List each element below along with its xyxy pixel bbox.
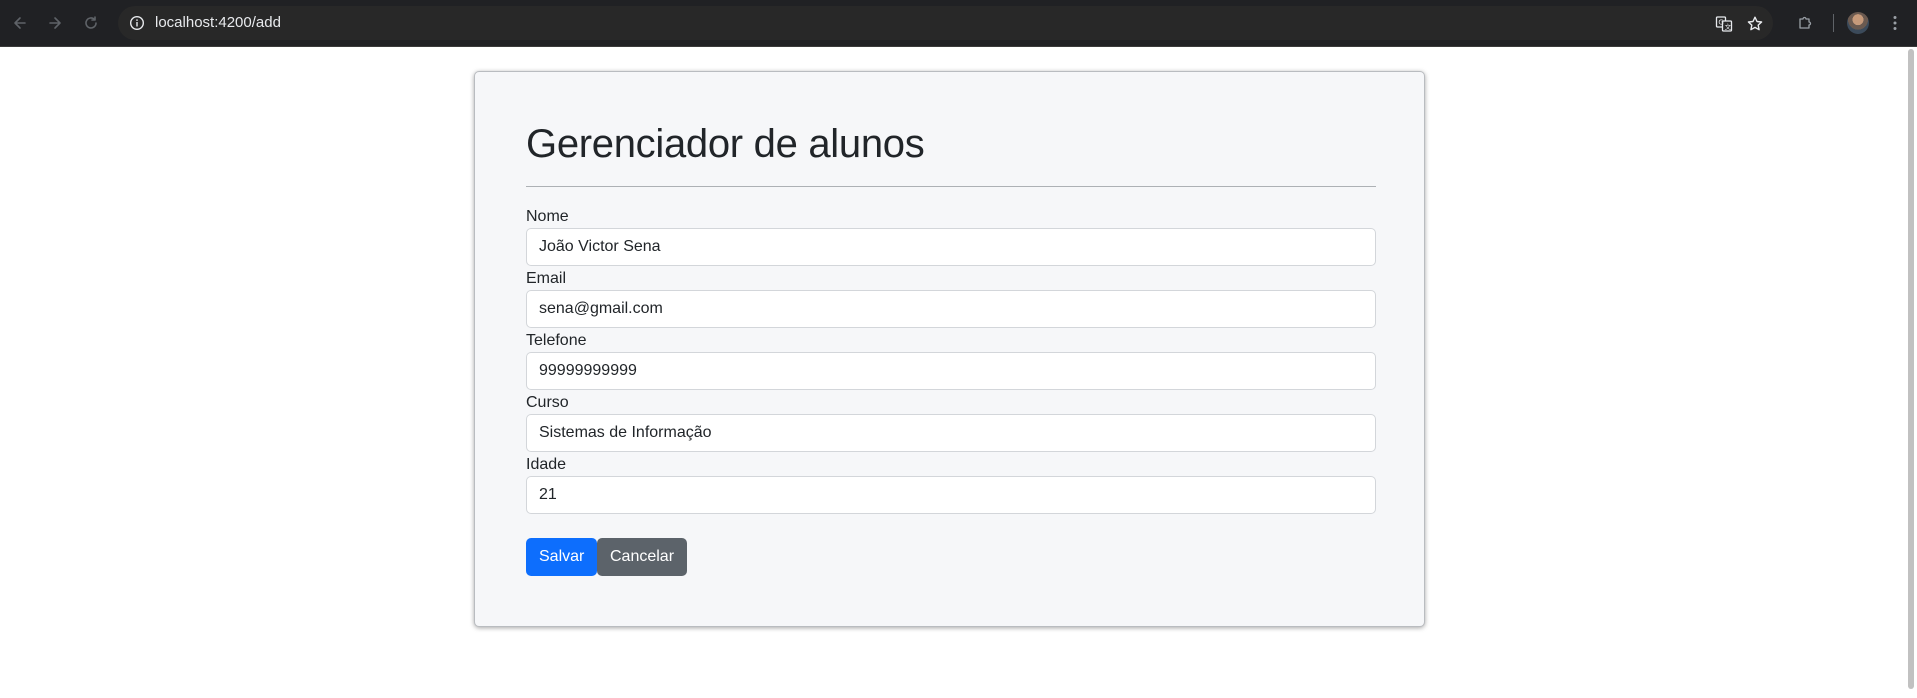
telefone-input[interactable]	[526, 352, 1376, 390]
email-input[interactable]	[526, 290, 1376, 328]
address-bar[interactable]: localhost:4200/add G 文	[118, 6, 1773, 40]
extensions-button[interactable]	[1795, 12, 1817, 34]
nome-input[interactable]	[526, 228, 1376, 266]
page-scrollbar[interactable]	[1905, 47, 1917, 698]
arrow-left-icon	[14, 17, 26, 29]
cancel-button[interactable]: Cancelar	[597, 538, 687, 576]
translate-button[interactable]: G 文	[1714, 14, 1734, 34]
email-label: Email	[526, 270, 567, 287]
save-button[interactable]: Salvar	[526, 538, 597, 576]
svg-text:文: 文	[1725, 22, 1732, 31]
back-button[interactable]	[9, 12, 31, 34]
toolbar-divider	[1833, 14, 1834, 32]
curso-input[interactable]	[526, 414, 1376, 452]
svg-text:G: G	[1718, 19, 1723, 27]
puzzle-icon	[1799, 16, 1812, 29]
page-title: Gerenciador de alunos	[526, 122, 925, 166]
idade-label: Idade	[526, 456, 567, 473]
reload-button[interactable]	[80, 12, 102, 34]
info-icon	[129, 15, 145, 31]
bookmark-button[interactable]	[1745, 14, 1765, 34]
telefone-label: Telefone	[526, 332, 587, 349]
curso-label: Curso	[526, 394, 569, 411]
browser-toolbar: localhost:4200/add G 文	[0, 0, 1917, 47]
idade-input[interactable]	[526, 476, 1376, 514]
site-info-button[interactable]	[128, 14, 146, 32]
kebab-menu-icon	[1893, 16, 1897, 30]
star-icon	[1747, 16, 1763, 31]
address-url[interactable]: localhost:4200/add	[155, 14, 281, 32]
scrollbar-thumb[interactable]	[1908, 49, 1914, 689]
title-divider	[526, 186, 1376, 187]
browser-menu-button[interactable]	[1884, 12, 1906, 34]
avatar[interactable]	[1847, 12, 1869, 34]
student-form-card: Gerenciador de alunos Nome Email Telefon…	[474, 71, 1425, 627]
reload-icon	[85, 16, 97, 29]
arrow-right-icon	[49, 17, 61, 29]
nome-label: Nome	[526, 208, 569, 225]
translate-icon: G 文	[1715, 16, 1733, 32]
forward-button[interactable]	[44, 12, 66, 34]
